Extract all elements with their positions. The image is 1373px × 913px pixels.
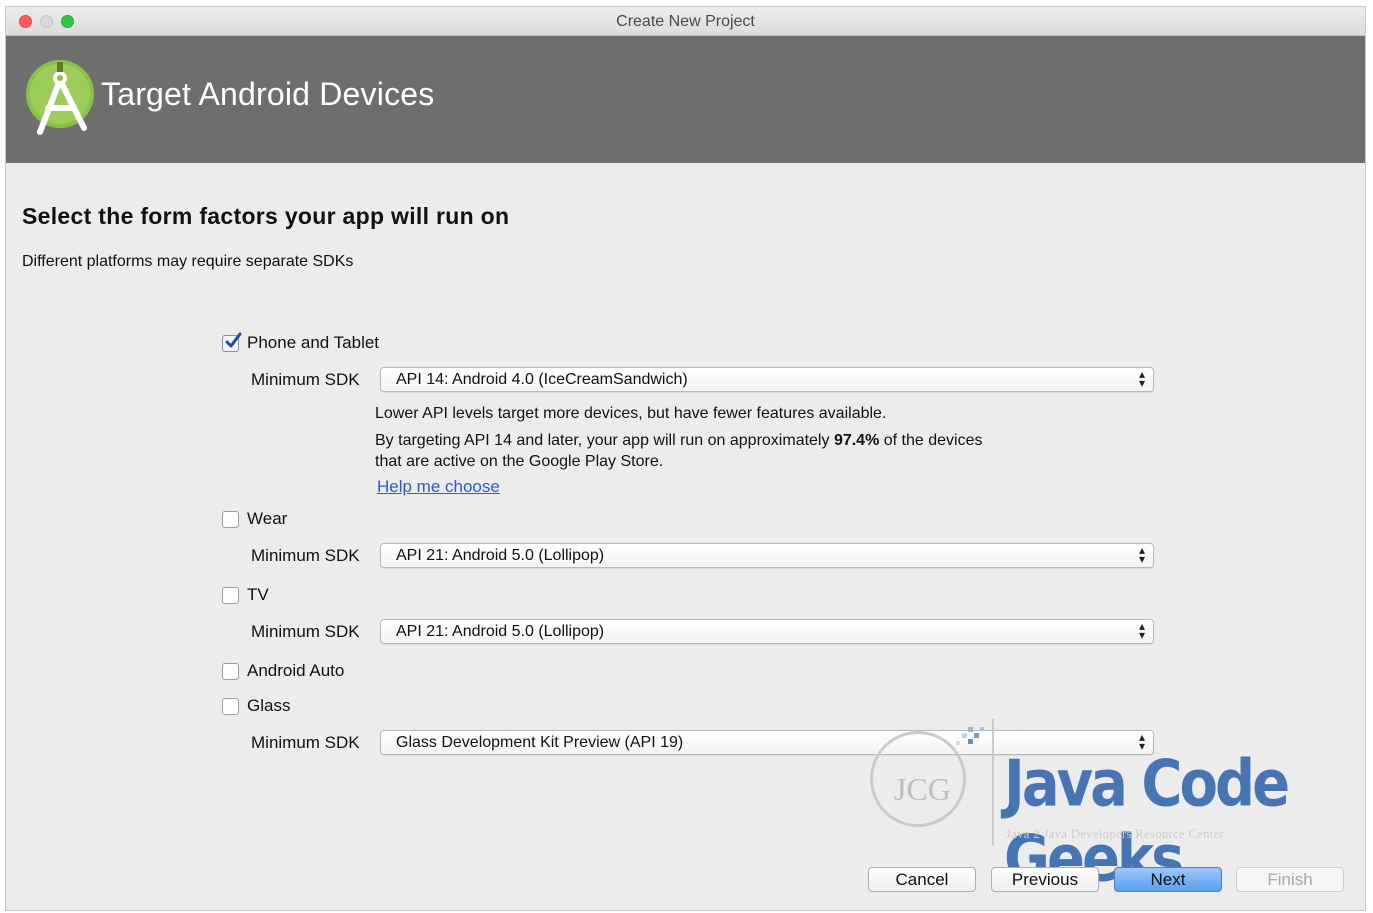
android-studio-logo-icon <box>26 60 94 135</box>
tv-label: TV <box>247 585 269 604</box>
phone-tablet-option[interactable]: Phone and Tablet <box>222 332 380 353</box>
android-auto-checkbox[interactable] <box>222 662 239 680</box>
pixel-dots-icon <box>956 727 984 745</box>
cancel-button[interactable]: Cancel <box>868 867 976 892</box>
phone-tablet-checkbox[interactable] <box>222 332 242 352</box>
help-me-choose-link[interactable]: Help me choose <box>377 477 500 497</box>
glass-option[interactable]: Glass <box>222 696 290 716</box>
tv-checkbox[interactable] <box>222 586 239 604</box>
api-info-line-3: that are active on the Google Play Store… <box>375 453 664 470</box>
wear-min-sdk-value: API 21: Android 5.0 (Lollipop) <box>396 547 605 564</box>
window-title: Create New Project <box>616 13 755 30</box>
previous-button[interactable]: Previous <box>991 867 1099 892</box>
device-coverage-percent: 97.4% <box>833 432 880 449</box>
phone-min-sdk-value: API 14: Android 4.0 (IceCreamSandwich) <box>396 371 688 388</box>
java-code-geeks-watermark: JCG Java Code Geeks Java 2 Java Develope… <box>866 719 1346 897</box>
wear-min-sdk-select[interactable]: API 21: Android 5.0 (Lollipop) ▴ ▾ <box>380 543 1154 568</box>
wear-min-sdk-label: Minimum SDK <box>251 546 360 565</box>
phone-min-sdk-label: Minimum SDK <box>251 370 360 389</box>
tv-min-sdk-value: API 21: Android 5.0 (Lollipop) <box>396 623 605 640</box>
wear-checkbox[interactable] <box>222 510 239 528</box>
wizard-header-title: Target Android Devices <box>101 76 435 112</box>
wizard-header: Target Android Devices <box>6 36 1365 163</box>
api-info-text: By targeting API 14 and later, your app … <box>375 432 834 449</box>
jcg-logo-text: JCG <box>894 771 951 807</box>
api-info-line-1: Lower API levels target more devices, bu… <box>375 405 887 422</box>
api-info-text-end: of the devices <box>879 432 983 449</box>
select-arrows-icon: ▴ ▾ <box>1138 619 1145 642</box>
next-button[interactable]: Next <box>1114 867 1222 892</box>
section-subtitle: Different platforms may require separate… <box>22 253 354 270</box>
select-arrows-icon: ▴ ▾ <box>1138 367 1145 390</box>
phone-min-sdk-select[interactable]: API 14: Android 4.0 (IceCreamSandwich) ▴… <box>380 367 1154 392</box>
select-arrows-icon: ▴ ▾ <box>1138 543 1145 566</box>
api-info-line-2: By targeting API 14 and later, your app … <box>375 432 982 450</box>
wear-option[interactable]: Wear <box>222 509 287 529</box>
checkmark-icon <box>225 332 242 347</box>
phone-tablet-label: Phone and Tablet <box>247 333 380 352</box>
glass-checkbox[interactable] <box>222 697 239 715</box>
tv-min-sdk-select[interactable]: API 21: Android 5.0 (Lollipop) ▴ ▾ <box>380 619 1154 644</box>
glass-label: Glass <box>247 696 291 715</box>
wear-label: Wear <box>247 509 288 528</box>
section-title: Select the form factors your app will ru… <box>22 203 510 229</box>
create-new-project-window: Create New Project Target Android Device… <box>5 6 1366 911</box>
android-auto-option[interactable]: Android Auto <box>222 661 344 681</box>
title-bar: Create New Project <box>6 7 1365 36</box>
tv-min-sdk-label: Minimum SDK <box>251 622 360 641</box>
android-auto-label: Android Auto <box>247 661 345 680</box>
finish-button[interactable]: Finish <box>1236 867 1344 892</box>
watermark-subtitle: Java 2 Java Developers Resource Center <box>1006 827 1225 841</box>
watermark-divider <box>992 719 994 845</box>
glass-min-sdk-value: Glass Development Kit Preview (API 19) <box>396 734 684 751</box>
glass-min-sdk-label: Minimum SDK <box>251 733 360 752</box>
tv-option[interactable]: TV <box>222 585 269 605</box>
